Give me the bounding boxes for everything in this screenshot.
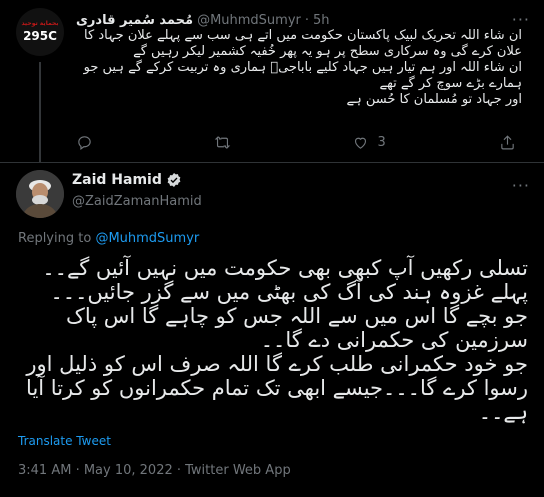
share-button[interactable] (499, 132, 516, 152)
avatar-logo-text: 295C (23, 29, 57, 43)
divider (0, 162, 544, 163)
retweet-button[interactable] (214, 132, 239, 152)
replying-prefix: Replying to (18, 231, 96, 246)
translate-tweet-link[interactable]: Translate Tweet (18, 434, 111, 448)
replying-to-link[interactable]: @MuhmdSumyr (95, 231, 199, 246)
retweet-icon (214, 135, 231, 149)
like-count: 3 (377, 134, 386, 150)
like-button[interactable]: 3 (352, 132, 386, 152)
main-avatar[interactable] (16, 170, 64, 218)
parent-tweet-text: ان شاء اللہ تحریک لبیک پاکستان حکومت میں… (83, 28, 522, 107)
share-icon (501, 134, 514, 149)
more-icon[interactable]: ··· (512, 176, 530, 195)
main-author-row: Zaid Hamid (72, 172, 182, 188)
parent-actions: 3 (76, 132, 516, 152)
reply-icon (78, 135, 91, 150)
main-handle[interactable]: @ZaidZamanHamid (72, 194, 202, 209)
parent-time[interactable]: 5h (313, 13, 330, 28)
more-icon[interactable]: ··· (512, 10, 530, 29)
thread-line (39, 62, 41, 162)
parent-avatar[interactable]: بحماية توحيد 295C (16, 8, 64, 56)
tweet-timestamp[interactable]: 3:41 AM · May 10, 2022 · Twitter Web App (18, 463, 291, 478)
avatar-portrait (16, 170, 64, 218)
replying-to: Replying to @MuhmdSumyr (18, 231, 199, 246)
separator: · (304, 12, 310, 28)
parent-header: مُحمد سُمیر قادری @MuhmdSumyr · 5h (76, 10, 504, 30)
parent-handle[interactable]: @MuhmdSumyr (197, 13, 301, 28)
reply-button[interactable] (76, 132, 101, 152)
parent-display-name[interactable]: مُحمد سُمیر قادری (76, 13, 193, 28)
parent-tweet[interactable]: بحماية توحيد 295C مُحمد سُمیر قادری @Muh… (0, 0, 544, 162)
avatar-caption: بحماية توحيد (21, 20, 59, 27)
main-tweet-text: تسلی رکھیں آپ کبھی بھی حکومت میں نہیں آئ… (26, 256, 528, 424)
main-display-name[interactable]: Zaid Hamid (72, 172, 162, 188)
verified-icon (167, 173, 181, 187)
like-icon (355, 137, 367, 149)
